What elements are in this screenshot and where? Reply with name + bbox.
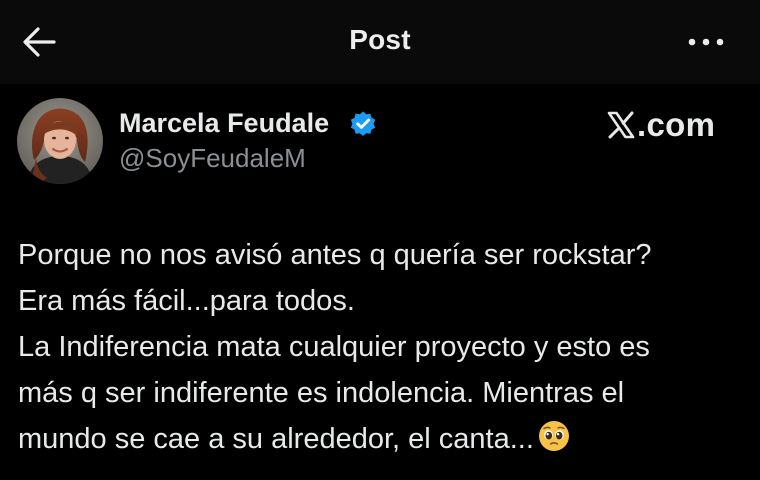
top-bar: Post	[0, 0, 760, 84]
author-handle[interactable]: @SoyFeudaleM	[119, 143, 306, 174]
pleading-face-emoji	[538, 421, 569, 451]
post-line: Era más fácil...para todos.	[18, 285, 355, 317]
avatar[interactable]	[17, 98, 103, 184]
post-line: Porque no nos avisó antes q quería ser r…	[18, 239, 652, 271]
brand-text: .com	[637, 106, 716, 143]
page-title: Post	[349, 24, 411, 55]
post-text: Porque no nos avisó antes q quería ser r…	[18, 232, 748, 462]
more-options-button[interactable]	[682, 30, 732, 54]
x-logo-icon	[607, 111, 635, 139]
post-line: más q ser indiferente es indolencia. Mie…	[18, 377, 625, 409]
brand-link[interactable]: .com	[606, 103, 715, 147]
author-name[interactable]: Marcela Feudale	[119, 108, 329, 139]
post-line-last: mundo se cae a su alrededor, el canta...	[18, 416, 748, 462]
verified-badge-icon	[350, 111, 376, 136]
post-line: La Indiferencia mata cualquier proyecto …	[18, 331, 650, 363]
post-line-text: mundo se cae a su alrededor, el canta...	[18, 423, 534, 455]
more-horizontal-icon	[688, 38, 724, 46]
